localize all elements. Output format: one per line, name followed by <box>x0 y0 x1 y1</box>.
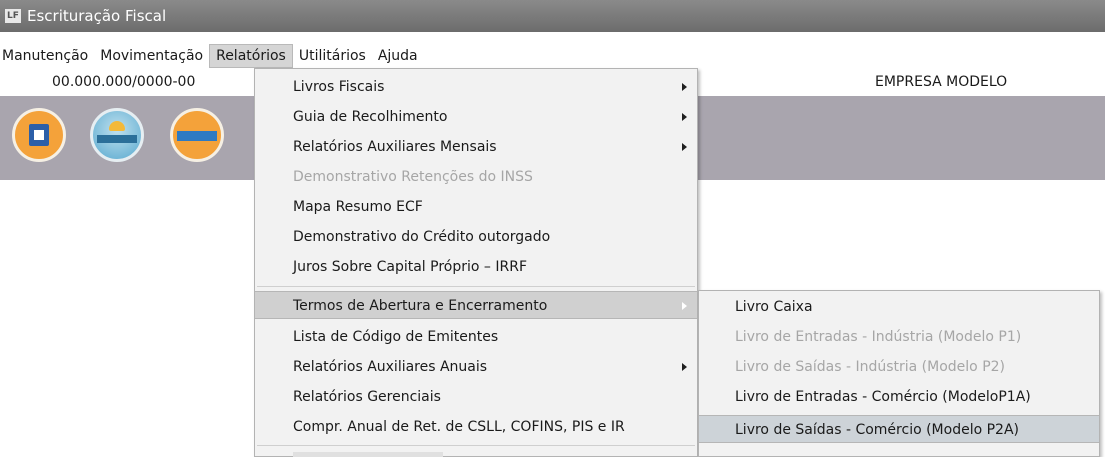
chevron-right-icon <box>682 113 687 121</box>
menu-item-label: Termos de Abertura e Encerramento <box>293 298 548 314</box>
menu-item-livros-fiscais[interactable]: Livros Fiscais <box>255 73 697 101</box>
menu-item-label: Demonstrativo Retenções do INSS <box>293 169 533 185</box>
app-icon[interactable]: LF <box>5 9 21 23</box>
menu-item-label: Demonstrativo do Crédito outorgado <box>293 229 551 245</box>
menu-separator <box>257 286 695 287</box>
menu-item-relatorios-gerenciais[interactable]: Relatórios Gerenciais <box>255 383 697 411</box>
menu-item-label: Livro de Saídas - Indústria (Modelo P2) <box>735 359 1005 375</box>
cnpj-value: 00.000.000/0000-00 <box>52 74 196 90</box>
window-title: Escrituração Fiscal <box>27 7 167 25</box>
menu-item-guia-recolhimento[interactable]: Guia de Recolhimento <box>255 103 697 131</box>
menu-item-relatorios-auxiliares-anuais[interactable]: Relatórios Auxiliares Anuais <box>255 353 697 381</box>
clipped-menu-item <box>293 452 443 457</box>
menu-item-termos-abertura-encerramento[interactable]: Termos de Abertura e Encerramento <box>255 291 697 319</box>
chevron-right-icon <box>682 302 687 310</box>
chevron-right-icon <box>682 83 687 91</box>
sped-contribuicoes-icon[interactable] <box>90 108 144 162</box>
menu-item-label: Livro de Entradas - Indústria (Modelo P1… <box>735 329 1022 345</box>
menu-item-label: Mapa Resumo ECF <box>293 199 423 215</box>
submenu-item-entradas-comercio[interactable]: Livro de Entradas - Comércio (ModeloP1A) <box>699 383 1099 411</box>
menu-item-juros-capital-proprio[interactable]: Juros Sobre Capital Próprio – IRRF <box>255 253 697 281</box>
menu-bar: Manutenção Movimentação Relatórios Utili… <box>0 44 1105 68</box>
title-bar: LF Escrituração Fiscal <box>0 0 1105 32</box>
submenu-item-entradas-industria: Livro de Entradas - Indústria (Modelo P1… <box>699 323 1099 351</box>
building-icon[interactable] <box>12 108 66 162</box>
company-name: EMPRESA MODELO <box>875 74 1008 90</box>
menu-item-demonstrativo-credito-outorgado[interactable]: Demonstrativo do Crédito outorgado <box>255 223 697 251</box>
menu-item-label: Livros Fiscais <box>293 79 385 95</box>
menu-item-label: Livro de Entradas - Comércio (ModeloP1A) <box>735 389 1031 405</box>
menu-item-lista-codigo-emitentes[interactable]: Lista de Código de Emitentes <box>255 323 697 351</box>
menu-item-label: Compr. Anual de Ret. de CSLL, COFINS, PI… <box>293 419 625 435</box>
menu-utilitarios[interactable]: Utilitários <box>293 44 372 68</box>
menu-item-label: Juros Sobre Capital Próprio – IRRF <box>293 259 527 275</box>
menu-item-label: Relatórios Auxiliares Anuais <box>293 359 488 375</box>
menu-item-label: Guia de Recolhimento <box>293 109 448 125</box>
menu-movimentacao[interactable]: Movimentação <box>94 44 209 68</box>
menu-item-label: Lista de Código de Emitentes <box>293 329 499 345</box>
menu-item-demonstrativo-retencoes-inss: Demonstrativo Retenções do INSS <box>255 163 697 191</box>
submenu-item-saidas-comercio[interactable]: Livro de Saídas - Comércio (Modelo P2A) <box>699 415 1099 443</box>
termos-submenu: Livro Caixa Livro de Entradas - Indústri… <box>698 290 1100 457</box>
menu-manutencao[interactable]: Manutenção <box>0 44 94 68</box>
menu-item-label: Livro Caixa <box>735 299 813 315</box>
submenu-item-livro-caixa[interactable]: Livro Caixa <box>699 293 1099 321</box>
menu-item-compr-anual-retencoes[interactable]: Compr. Anual de Ret. de CSLL, COFINS, PI… <box>255 413 697 441</box>
chevron-right-icon <box>682 363 687 371</box>
menu-item-relatorios-auxiliares-mensais[interactable]: Relatórios Auxiliares Mensais <box>255 133 697 161</box>
chevron-right-icon <box>682 143 687 151</box>
menu-item-label: Relatórios Gerenciais <box>293 389 441 405</box>
menu-relatorios[interactable]: Relatórios <box>209 44 293 68</box>
icms-ipi-icon[interactable] <box>170 108 224 162</box>
menu-ajuda[interactable]: Ajuda <box>372 44 424 68</box>
menu-item-label: Livro de Saídas - Comércio (Modelo P2A) <box>735 422 1019 438</box>
menu-item-mapa-resumo-ecf[interactable]: Mapa Resumo ECF <box>255 193 697 221</box>
submenu-item-saidas-industria: Livro de Saídas - Indústria (Modelo P2) <box>699 353 1099 381</box>
menu-separator <box>257 445 695 446</box>
relatorios-dropdown: Livros Fiscais Guia de Recolhimento Rela… <box>254 68 698 457</box>
menu-item-label: Relatórios Auxiliares Mensais <box>293 139 497 155</box>
